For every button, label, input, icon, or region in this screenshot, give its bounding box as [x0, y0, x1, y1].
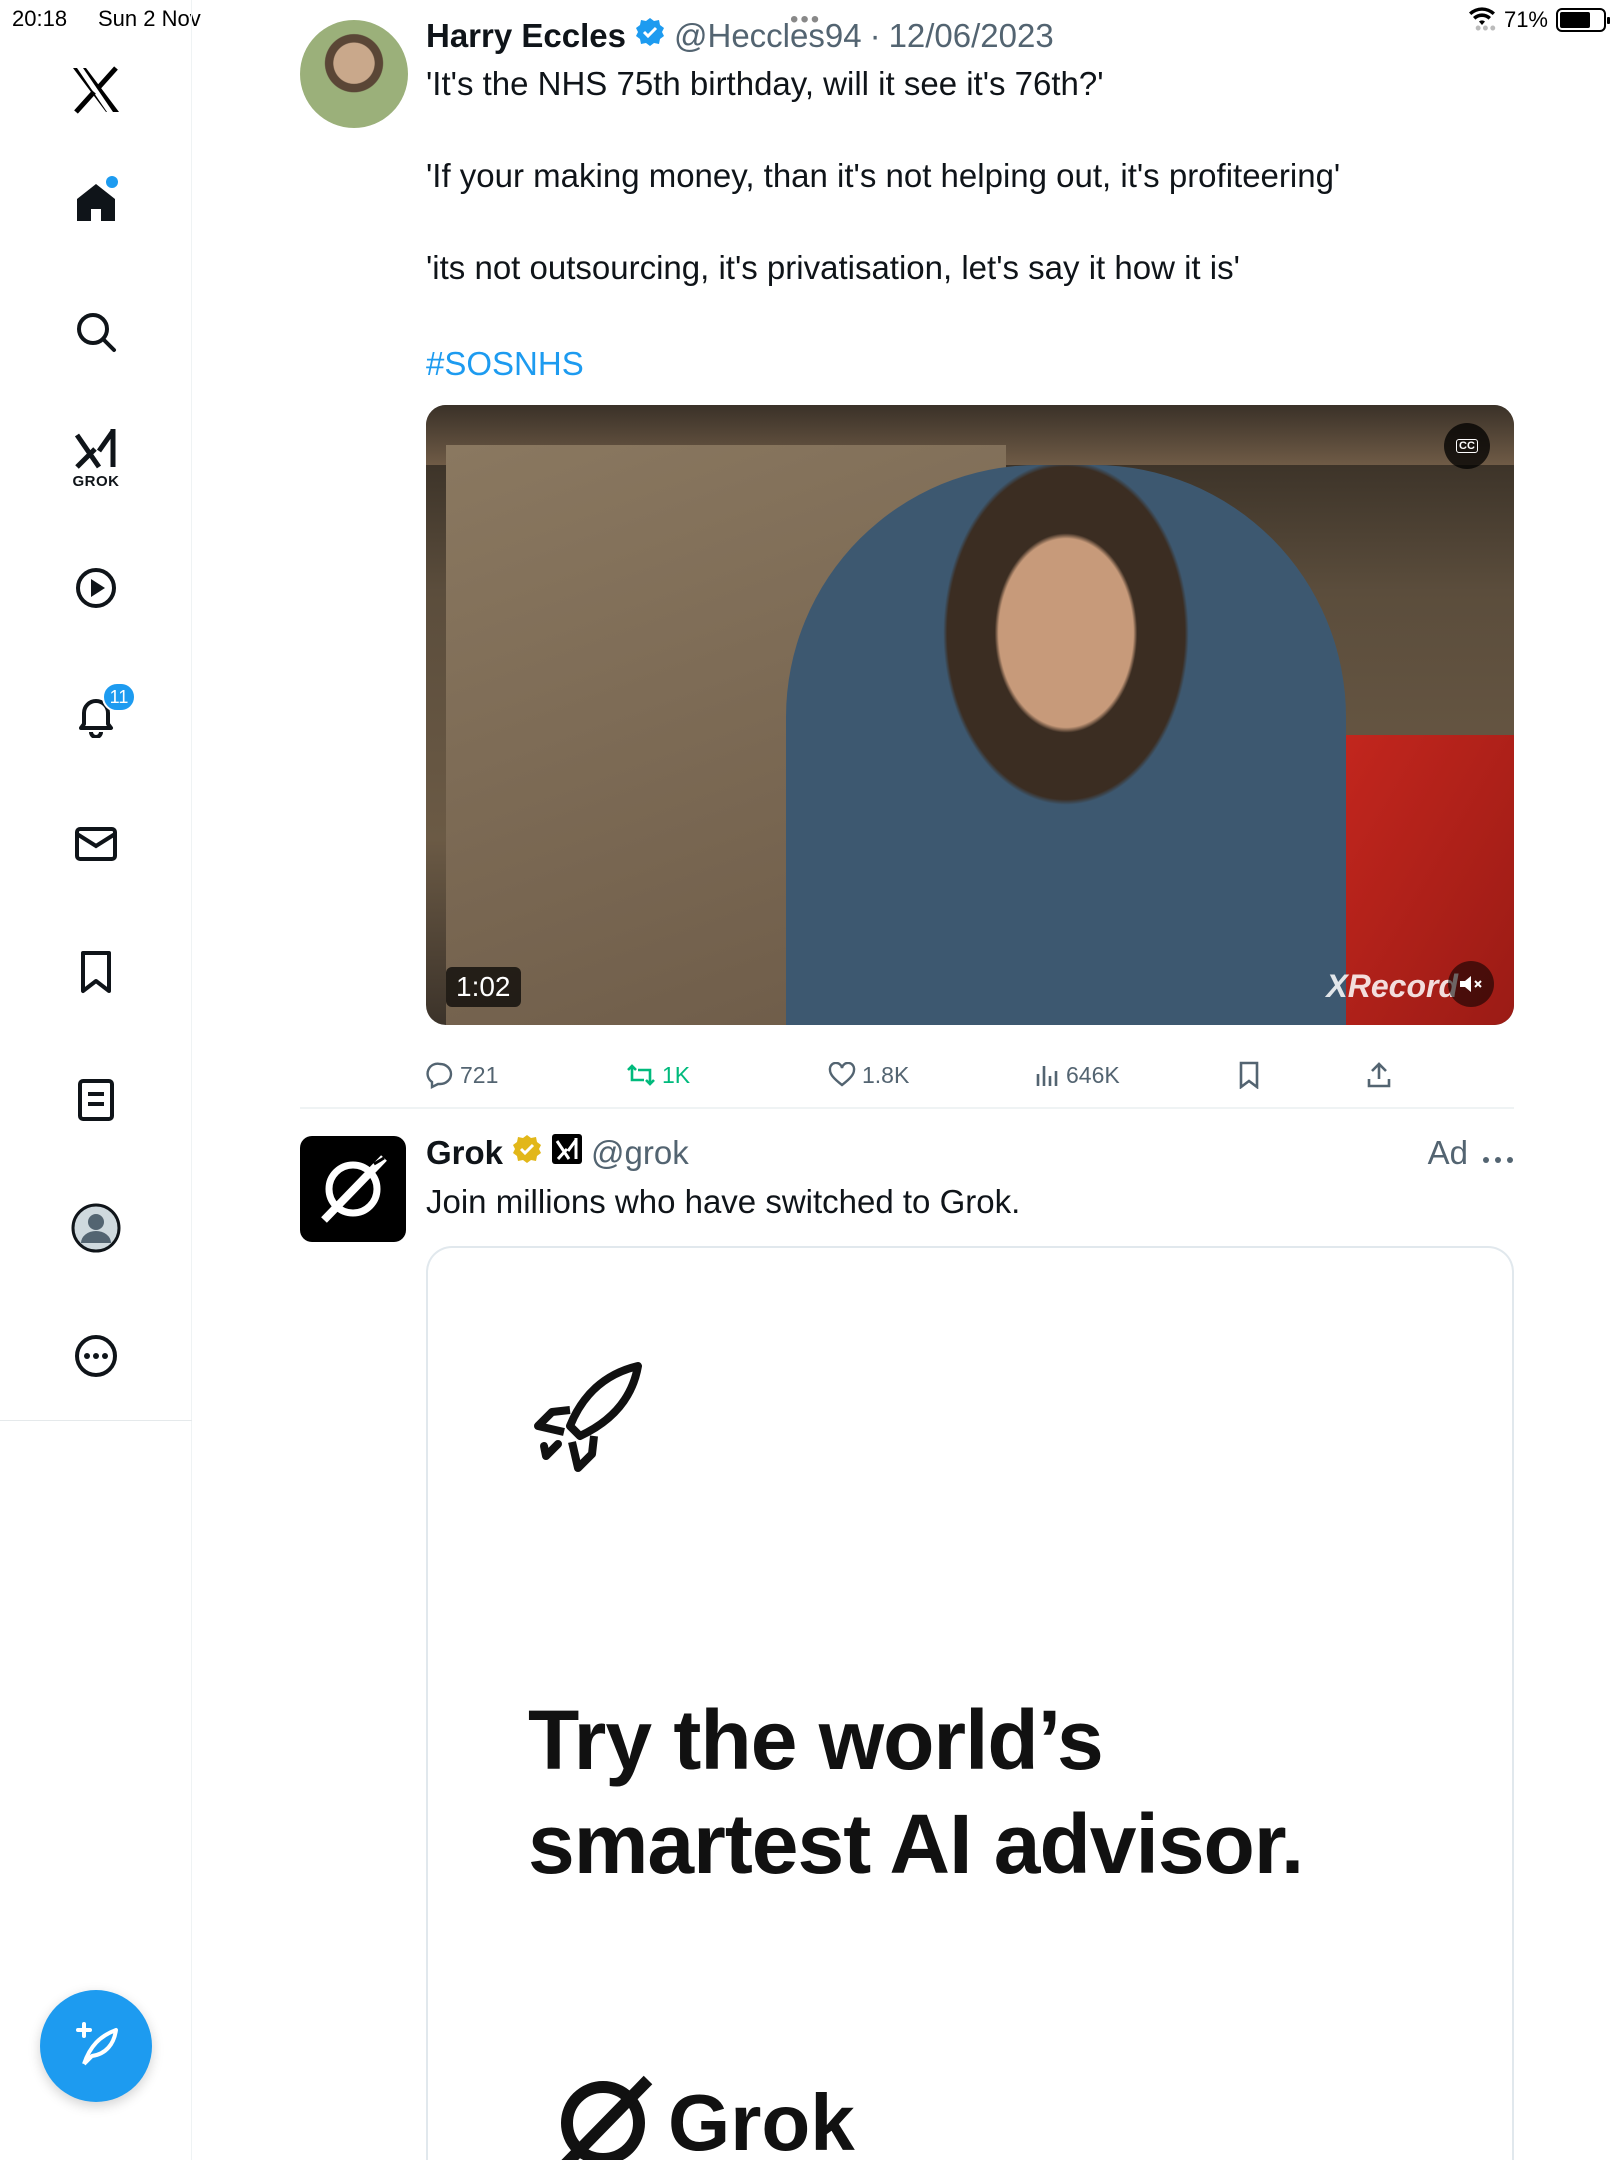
ad-label: Ad [1427, 1134, 1468, 1171]
repost-button[interactable]: 1K [626, 1050, 690, 1100]
ad-more-icon[interactable] [1482, 1134, 1514, 1172]
ad-headline-line-1: Try the world’s [528, 1693, 1104, 1787]
tweet-divider [300, 1107, 1514, 1109]
verified-badge-icon [634, 16, 666, 56]
ad-author-name[interactable]: Grok [426, 1134, 503, 1172]
ad-text: Join millions who have switched to Grok. [426, 1183, 1021, 1220]
video-watermark: XRecord [1326, 968, 1458, 1004]
like-count: 1.8K [862, 1061, 910, 1088]
grok-label: GROK [72, 472, 120, 490]
home-unread-dot [106, 176, 118, 188]
sidebar-item-lists[interactable] [56, 1060, 136, 1140]
ad-header: Grok @grok [426, 1130, 1514, 1176]
hashtag-link[interactable]: #SOSNHS [426, 342, 1514, 386]
ad-headline-line-2: smartest AI advisor. [528, 1797, 1304, 1891]
profile-icon [71, 1203, 121, 1253]
views-icon [1036, 1066, 1058, 1086]
ad-author-handle[interactable]: @grok [591, 1134, 689, 1172]
mute-button[interactable] [1448, 961, 1494, 1007]
ad-label-group: Ad [1428, 1130, 1514, 1176]
list-icon [78, 1079, 114, 1121]
grok-logo-icon [321, 1155, 387, 1223]
bookmark-button[interactable] [1238, 1050, 1260, 1100]
tweet-line-1: 'It's the NHS 75th birthday, will it see… [426, 65, 1104, 102]
grok-wordmark: Grok [548, 2068, 855, 2160]
xai-affiliate-icon [551, 1133, 583, 1173]
cc-icon: CC [1456, 439, 1478, 453]
compose-feather-icon [76, 2022, 118, 2066]
tweet-actions: 721 1K 1.8K 646K [426, 1050, 1514, 1100]
more-icon [75, 1335, 117, 1377]
search-icon [77, 313, 116, 352]
bookmark-icon [81, 951, 111, 993]
sidebar-item-profile[interactable] [56, 1188, 136, 1268]
sidebar-item-videos[interactable] [56, 548, 136, 628]
sidebar-divider [0, 1420, 192, 1421]
reply-button[interactable]: 721 [426, 1050, 498, 1100]
notifications-badge: 11 [102, 682, 136, 712]
volume-muted-icon [1460, 976, 1482, 992]
grok-wordmark-icon [561, 2075, 653, 2160]
sidebar-item-grok[interactable]: GROK [56, 418, 136, 498]
video-speaker [786, 465, 1346, 1025]
share-icon [1367, 1062, 1391, 1088]
sidebar-item-home[interactable] [56, 162, 136, 242]
repost-count: 1K [662, 1061, 691, 1088]
reply-icon [426, 1062, 453, 1089]
compose-post-button[interactable] [40, 1990, 152, 2102]
sidebar: GROK 11 [0, 0, 192, 2160]
author-avatar[interactable] [300, 20, 408, 128]
share-button[interactable] [1366, 1050, 1392, 1100]
tweet-date[interactable]: 12/06/2023 [889, 17, 1054, 55]
x-logo-icon[interactable] [56, 50, 136, 130]
sidebar-item-notifications[interactable]: 11 [56, 676, 136, 756]
reply-count: 721 [460, 1061, 499, 1088]
views-button[interactable]: 646K [1034, 1050, 1120, 1100]
author-handle[interactable]: @Heccles94 [674, 17, 862, 55]
tweet-line-3: 'its not outsourcing, it's privatisation… [426, 249, 1240, 286]
tweet-header: Harry Eccles @Heccles94 · 12/06/2023 [426, 10, 1514, 62]
like-button[interactable]: 1.8K [828, 1050, 909, 1100]
heart-icon [828, 1062, 856, 1087]
sidebar-item-more[interactable] [56, 1316, 136, 1396]
tweet-body: Harry Eccles @Heccles94 · 12/06/2023 'It… [426, 10, 1514, 386]
repost-icon [627, 1064, 655, 1086]
captions-button[interactable]: CC [1444, 423, 1490, 469]
play-circle-icon [76, 568, 116, 608]
grok-icon [74, 428, 116, 469]
bookmark-outline-icon [1239, 1061, 1259, 1089]
gold-verified-badge-icon [511, 1133, 543, 1173]
tweet-text: 'It's the NHS 75th birthday, will it see… [426, 62, 1514, 386]
grok-avatar[interactable] [300, 1136, 406, 1242]
tweet-line-2: 'If your making money, than it's not hel… [426, 157, 1341, 194]
rocket-icon [534, 1362, 642, 1472]
view-count: 646K [1066, 1061, 1120, 1088]
battery-level [1560, 12, 1590, 28]
battery-icon [1556, 8, 1610, 32]
tweet-video[interactable]: CC 1:02 XRecord [426, 405, 1514, 1025]
header-separator: · [869, 17, 881, 54]
grok-wordmark-text: Grok [668, 2078, 855, 2160]
sidebar-item-messages[interactable] [56, 804, 136, 884]
sidebar-item-bookmarks[interactable] [56, 932, 136, 1012]
mail-icon [75, 827, 117, 861]
video-duration: 1:02 [446, 967, 521, 1007]
ad-card[interactable]: Try the world’s smartest AI advisor. Gro… [426, 1246, 1514, 2160]
ad-headline: Try the world’s smartest AI advisor. [528, 1688, 1428, 1896]
author-name[interactable]: Harry Eccles [426, 17, 626, 55]
sidebar-item-search[interactable] [56, 292, 136, 372]
ad-body: Grok @grok Ad Join millions who have swi… [426, 1130, 1514, 1224]
